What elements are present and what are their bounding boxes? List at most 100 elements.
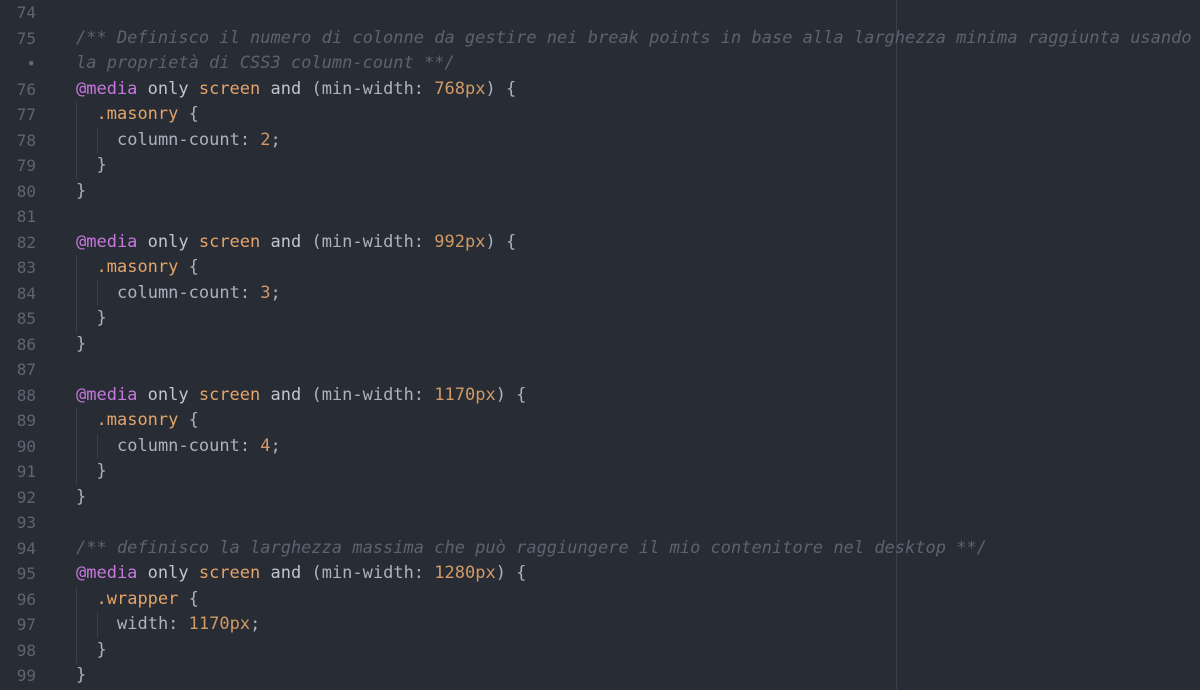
line-number: 80 [16, 181, 36, 201]
code-line[interactable]: 90 column-count: 4; [0, 433, 1200, 460]
code-line[interactable]: 74 [0, 0, 1200, 26]
code-text: @media only screen and (min-width: 992px… [76, 230, 516, 256]
code-text: @media only screen and (min-width: 1280p… [76, 561, 526, 587]
code-text: .wrapper { [97, 587, 199, 613]
code-token: @media [76, 78, 138, 99]
code-token: la proprietà di CSS3 column-count **/ [76, 53, 455, 73]
code-line[interactable]: 79} [0, 153, 1200, 179]
code-token: } [96, 155, 107, 175]
code-token: and [260, 563, 312, 583]
code-token: { [178, 410, 199, 430]
code-line[interactable]: 95 @media only screen and (min-width: 128… [0, 561, 1200, 587]
code-token: @media [76, 231, 138, 252]
code-token: ; [270, 129, 281, 150]
code-text: } [97, 638, 107, 664]
line-number: 99 [16, 666, 36, 685]
code-line[interactable]: 92} [0, 485, 1200, 511]
code-line[interactable]: 78 column-count: 2; [0, 127, 1200, 154]
code-line[interactable]: 96 .wrapper { [0, 586, 1200, 613]
code-token: (min-width: [311, 563, 435, 583]
code-text: .masonry { [97, 408, 199, 434]
code-text: } [76, 332, 86, 358]
code-line[interactable]: 97 width: 1170px; [0, 612, 1200, 638]
line-number: 81 [16, 207, 36, 226]
indent-guide [76, 459, 77, 485]
line-number: 82 [16, 232, 36, 252]
code-line[interactable]: 75 /** Definisco il numero di colonne da … [0, 26, 1200, 52]
line-number: 96 [16, 589, 36, 609]
code-token: /** definisco la larghezza massima che p… [76, 537, 987, 558]
code-line[interactable]: • la proprietà di CSS3 column-count **/ [0, 51, 1200, 77]
indent-guide [76, 586, 77, 612]
indent-guide [76, 280, 77, 306]
code-token: { [178, 257, 199, 277]
line-number: 87 [16, 360, 36, 379]
code-line[interactable]: 93 [0, 510, 1200, 536]
code-line[interactable]: 83 .masonry { [0, 255, 1200, 281]
line-number: 74 [16, 3, 36, 22]
code-line[interactable]: 76 @media only screen and (min-width: 768… [0, 77, 1200, 103]
code-token: screen [198, 384, 261, 405]
line-number: 89 [16, 411, 36, 430]
code-line[interactable]: 77 .masonry { [0, 102, 1200, 128]
code-token: /** Definisco il numero di colonne da ge… [76, 27, 1192, 48]
code-line[interactable]: 98} [0, 637, 1200, 664]
code-token: and [260, 231, 312, 252]
code-token: .masonry [96, 257, 179, 277]
code-token: column-count: [117, 282, 261, 303]
code-token: (min-width: [311, 78, 435, 99]
line-number: 79 [16, 156, 36, 175]
code-token: (min-width: [311, 231, 435, 252]
code-token: } [76, 486, 87, 507]
code-text: } [76, 663, 86, 689]
code-token: { [178, 588, 199, 609]
code-line[interactable]: 85} [0, 306, 1200, 332]
code-line[interactable]: 88 @media only screen and (min-width: 117… [0, 383, 1200, 409]
code-line[interactable]: 84 column-count: 3; [0, 280, 1200, 307]
code-token: only [137, 78, 199, 99]
line-number: 94 [16, 538, 36, 558]
line-number: 83 [16, 258, 36, 277]
line-number: 97 [16, 615, 36, 634]
code-token: 2 [260, 129, 271, 150]
code-line[interactable]: 82 @media only screen and (min-width: 992… [0, 230, 1200, 256]
code-text: @media only screen and (min-width: 768px… [76, 77, 516, 103]
line-number: 98 [16, 640, 36, 660]
indent-guide [76, 102, 77, 128]
code-token: 1170px [434, 384, 496, 405]
code-text: .masonry { [97, 102, 199, 128]
code-token: column-count: [117, 129, 261, 150]
code-line[interactable]: 81 [0, 204, 1200, 230]
code-text: column-count: 3; [117, 281, 281, 307]
code-token: screen [198, 231, 261, 252]
code-token: 992px [434, 231, 486, 252]
code-token: column-count: [117, 435, 261, 456]
indent-guide [76, 637, 77, 663]
code-line[interactable]: 89 .masonry { [0, 408, 1200, 434]
line-number: 88 [16, 385, 36, 405]
line-number: • [26, 54, 36, 73]
code-text: column-count: 2; [117, 128, 281, 154]
code-line[interactable]: 86} [0, 332, 1200, 358]
indent-guide [76, 127, 77, 153]
line-number: 86 [16, 334, 36, 354]
code-token: only [137, 384, 199, 405]
code-text: la proprietà di CSS3 column-count **/ [76, 51, 455, 77]
code-token: ; [270, 435, 281, 456]
indent-guide [76, 612, 77, 638]
indent-guide [76, 255, 77, 281]
code-editor[interactable]: 74 75 /** Definisco il numero di colonne d… [0, 0, 1200, 690]
code-token: ; [250, 614, 261, 634]
code-line[interactable]: 87 [0, 357, 1200, 383]
code-token: width: [117, 614, 189, 634]
code-text: } [97, 306, 107, 332]
code-token: ) { [495, 384, 527, 405]
code-line[interactable]: 99} [0, 663, 1200, 689]
code-line[interactable]: 91} [0, 459, 1200, 485]
code-line[interactable]: 80} [0, 179, 1200, 205]
code-token: @media [76, 384, 138, 405]
code-text: column-count: 4; [117, 434, 281, 460]
indent-guide [76, 433, 77, 459]
line-number: 77 [16, 105, 36, 124]
code-line[interactable]: 94 /** definisco la larghezza massima che… [0, 536, 1200, 562]
